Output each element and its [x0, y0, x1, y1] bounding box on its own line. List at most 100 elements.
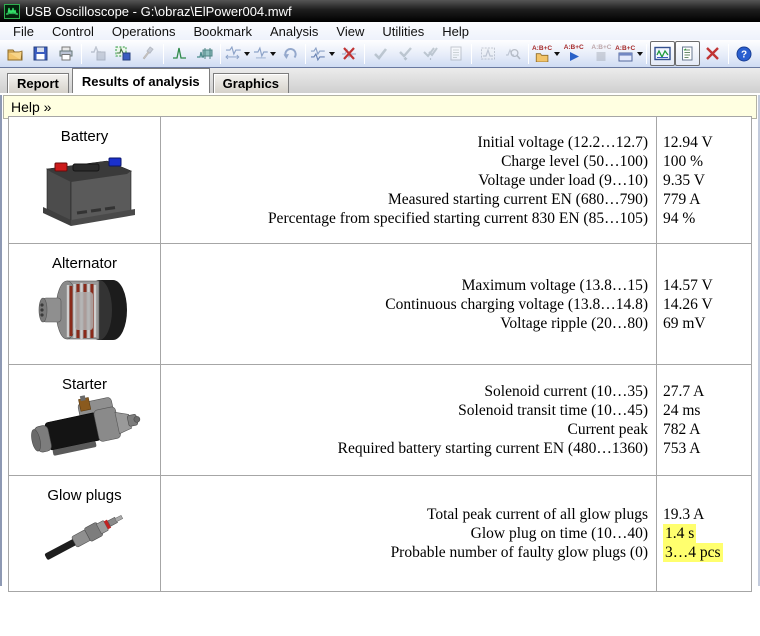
- build-report-button[interactable]: [135, 41, 160, 66]
- open-folder-icon: [535, 52, 548, 62]
- checkmark-down-all-icon: [423, 47, 438, 60]
- toolbar-separator: [727, 43, 729, 64]
- analysis-report-button[interactable]: [443, 41, 468, 66]
- graph-zoom-button[interactable]: [500, 41, 525, 66]
- pulse-icon: [173, 47, 186, 59]
- alternator-values: 14.57 V 14.26 V 69 mV: [657, 244, 751, 364]
- menu-utilities[interactable]: Utilities: [373, 23, 433, 40]
- chevron-down-icon: [329, 51, 336, 56]
- chevron-down-icon: [270, 51, 277, 56]
- stop-icon: [596, 52, 606, 61]
- menu-view[interactable]: View: [327, 23, 373, 40]
- param-value: 14.26 V: [663, 295, 713, 313]
- param-label: Solenoid transit time (10…45): [458, 402, 648, 419]
- view-report-button[interactable]: [674, 41, 700, 66]
- tab-report[interactable]: Report: [7, 73, 69, 93]
- svg-text:?: ?: [741, 49, 747, 60]
- menu-bookmark[interactable]: Bookmark: [184, 23, 261, 40]
- param-value: 100 %: [663, 152, 704, 170]
- battery-cell: Battery: [9, 117, 161, 243]
- param-label: Charge level (50…100): [501, 152, 648, 170]
- battery-parameters: Initial voltage (12.2…12.7) Charge level…: [161, 117, 657, 243]
- script-window-button[interactable]: A:B+C: [615, 41, 644, 66]
- script-stop-button[interactable]: A:B+C: [588, 41, 616, 66]
- checkmark-icon: [374, 48, 388, 60]
- save-waveform-image-button[interactable]: [85, 41, 110, 66]
- save-selection-icon: [115, 46, 130, 61]
- toolbar-separator: [81, 43, 82, 64]
- section-battery: Battery Initial voltage (12.2…12.7) Char…: [9, 117, 751, 244]
- compare-waveforms-button[interactable]: [309, 41, 336, 66]
- single-pulse-button[interactable]: [167, 41, 192, 66]
- param-value: 19.3 A: [663, 506, 705, 523]
- help-button[interactable]: ?: [732, 41, 757, 66]
- param-label: Voltage ripple (20…80): [500, 314, 648, 332]
- help-link[interactable]: Help »: [11, 99, 51, 115]
- menu-operations[interactable]: Operations: [103, 23, 185, 40]
- save-selection-button[interactable]: [110, 41, 135, 66]
- chevron-down-icon: [243, 51, 250, 56]
- chevron-down-icon: [637, 51, 644, 56]
- param-value: 14.57 V: [663, 276, 713, 294]
- starter-image: [30, 395, 140, 456]
- accept-button[interactable]: [368, 41, 393, 66]
- play-icon: [569, 52, 579, 61]
- save-file-button[interactable]: [28, 41, 53, 66]
- param-label: Voltage under load (9…10): [478, 171, 648, 189]
- param-value: 9.35 V: [663, 171, 705, 189]
- param-value: 12.94 V: [663, 133, 713, 151]
- section-glow-plugs: Glow plugs Total peak current of all glo…: [9, 476, 751, 591]
- toolbar-separator: [364, 43, 366, 64]
- param-label: Maximum voltage (13.8…15): [461, 276, 648, 294]
- checkmark-down-icon: [399, 47, 413, 61]
- alternator-parameters: Maximum voltage (13.8…15) Continuous cha…: [161, 244, 657, 364]
- horizontal-scale-icon: [225, 46, 241, 60]
- undo-button[interactable]: [277, 41, 302, 66]
- section-starter: Starter Solenoid current (10…35) Solenoi…: [9, 365, 751, 476]
- glow-plug-values: 19.3 A 1.4 s 3…4 pcs: [657, 476, 751, 591]
- toolbar-separator: [305, 43, 307, 64]
- script-run-button[interactable]: A:B+C: [560, 41, 588, 66]
- menu-bar: File Control Operations Bookmark Analysi…: [0, 22, 760, 40]
- tab-graphics[interactable]: Graphics: [212, 73, 290, 93]
- menu-file[interactable]: File: [4, 23, 43, 40]
- delete-waveform-icon: [341, 47, 356, 60]
- accept-next-button[interactable]: [393, 41, 418, 66]
- view-graphics-button[interactable]: [649, 41, 675, 66]
- param-label: Initial voltage (12.2…12.7): [477, 133, 648, 151]
- print-button[interactable]: [53, 41, 78, 66]
- menu-analysis[interactable]: Analysis: [261, 23, 327, 40]
- param-label: Total peak current of all glow plugs: [426, 506, 648, 523]
- param-value: 753 A: [663, 440, 701, 457]
- close-analysis-button[interactable]: [700, 41, 725, 66]
- alternator-cell: Alternator: [9, 244, 161, 364]
- accept-all-button[interactable]: [418, 41, 443, 66]
- window-icon: [618, 52, 633, 61]
- pulse-clamp-icon: [197, 48, 213, 59]
- glow-plug-image: [44, 515, 123, 560]
- compare-waveforms-icon: [311, 46, 326, 61]
- param-value: 27.7 A: [663, 383, 705, 400]
- section-title: Glow plugs: [47, 487, 122, 504]
- starter-parameters: Solenoid current (10…35) Solenoid transi…: [161, 365, 657, 475]
- delete-waveform-button[interactable]: [336, 41, 361, 66]
- open-file-button[interactable]: [3, 41, 28, 66]
- vertical-scale-button[interactable]: [251, 41, 278, 66]
- tab-results-of-analysis[interactable]: Results of analysis: [71, 68, 210, 93]
- battery-image: [42, 157, 135, 226]
- horizontal-scale-button[interactable]: [224, 41, 251, 66]
- results-table: Battery Initial voltage (12.2…12.7) Char…: [8, 116, 752, 592]
- report-view-icon: [682, 46, 693, 61]
- pulse-capture-button[interactable]: [192, 41, 217, 66]
- script-open-button[interactable]: A:B+C: [532, 41, 561, 66]
- help-icon: ?: [736, 46, 752, 61]
- menu-help[interactable]: Help: [433, 23, 478, 40]
- toolbar-separator: [645, 43, 647, 64]
- battery-values: 12.94 V 100 % 9.35 V 779 A 94 %: [657, 117, 751, 243]
- menu-control[interactable]: Control: [43, 23, 103, 40]
- alternator-image: [38, 280, 127, 340]
- param-label: Solenoid current (10…35): [484, 383, 648, 400]
- fit-graph-button[interactable]: [475, 41, 500, 66]
- tab-strip: Report Results of analysis Graphics: [0, 68, 760, 93]
- window-title: USB Oscilloscope - G:\obraz\ElPower004.m…: [25, 3, 292, 19]
